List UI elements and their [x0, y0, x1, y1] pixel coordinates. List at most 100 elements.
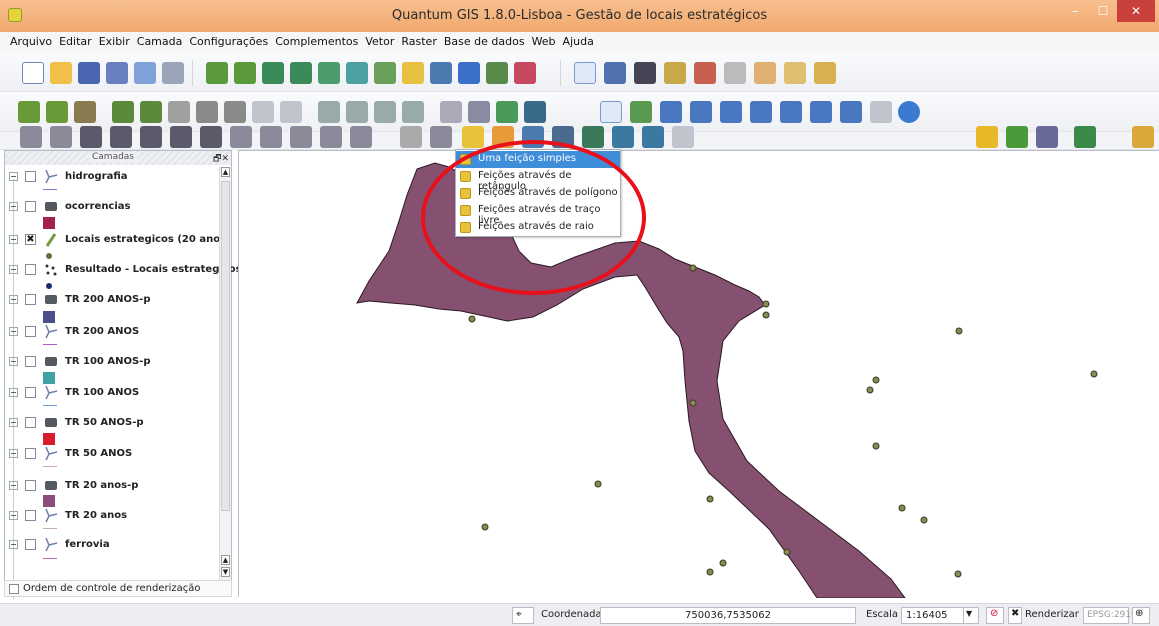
- layer-visibility-checkbox[interactable]: [25, 294, 36, 305]
- menu-web[interactable]: Web: [530, 32, 561, 52]
- scroll-up-arrow-icon[interactable]: ▲: [221, 555, 230, 565]
- layer-row[interactable]: − TR 20 anos: [9, 508, 215, 526]
- expand-icon[interactable]: −: [9, 327, 18, 336]
- add-postgis-icon[interactable]: [262, 62, 284, 84]
- save-edits-icon[interactable]: [604, 62, 626, 84]
- expand-icon[interactable]: −: [9, 481, 18, 490]
- crs-globe-icon[interactable]: ⊕: [1132, 607, 1150, 624]
- new-layer-icon[interactable]: [402, 62, 424, 84]
- new-bookmark-icon[interactable]: [612, 126, 634, 148]
- add-vector-icon[interactable]: [206, 62, 228, 84]
- zoom-selection-icon[interactable]: [780, 101, 802, 123]
- print-composer-icon[interactable]: [134, 62, 156, 84]
- layer-visibility-checkbox[interactable]: [25, 480, 36, 491]
- add-delimited-text-icon[interactable]: [458, 62, 480, 84]
- layer-visibility-checkbox[interactable]: [25, 326, 36, 337]
- add-wcs-icon[interactable]: [374, 62, 396, 84]
- menu-complementos[interactable]: Complementos: [273, 32, 363, 52]
- scroll-up-arrow-icon[interactable]: ▲: [221, 167, 230, 177]
- zoom-in-icon[interactable]: [660, 101, 682, 123]
- layer-row[interactable]: − ferrovia: [9, 537, 215, 555]
- node-tool-icon[interactable]: [694, 62, 716, 84]
- coordinate-field[interactable]: 750036,7535062: [600, 607, 856, 624]
- layer-tool-5-icon[interactable]: [224, 101, 246, 123]
- layer-tool-4-icon[interactable]: [196, 101, 218, 123]
- stop-render-icon[interactable]: ⊘: [986, 607, 1004, 624]
- expand-icon[interactable]: −: [9, 449, 18, 458]
- text-annotation-icon[interactable]: [672, 126, 694, 148]
- add-wfs-icon[interactable]: [430, 62, 452, 84]
- identify-icon[interactable]: [400, 126, 422, 148]
- layer-visibility-checkbox[interactable]: ✖: [25, 234, 36, 245]
- layer-row[interactable]: − TR 50 ANOS: [9, 446, 215, 464]
- zoom-out-icon[interactable]: [690, 101, 712, 123]
- menu-camada[interactable]: Camada: [135, 32, 188, 52]
- advanced-edit-2-icon[interactable]: [346, 101, 368, 123]
- delete-part-icon[interactable]: [200, 126, 222, 148]
- menu-exibir[interactable]: Exibir: [97, 32, 135, 52]
- label-tool-icon[interactable]: [440, 101, 462, 123]
- zoom-next-icon[interactable]: [840, 101, 862, 123]
- scroll-thumb[interactable]: [221, 181, 230, 511]
- add-spatialite-icon[interactable]: [290, 62, 312, 84]
- layer-visibility-checkbox[interactable]: [25, 417, 36, 428]
- cut-features-icon[interactable]: [754, 62, 776, 84]
- label-tool-4-icon[interactable]: [524, 101, 546, 123]
- layer-row[interactable]: − TR 20 anos-p: [9, 478, 215, 496]
- layer-visibility-checkbox[interactable]: [25, 510, 36, 521]
- scale-field[interactable]: 1:16405: [901, 607, 965, 624]
- expand-icon[interactable]: −: [9, 357, 18, 366]
- label-tool-2-icon[interactable]: [468, 101, 490, 123]
- zoom-actual-icon[interactable]: [870, 101, 892, 123]
- expand-icon[interactable]: −: [9, 172, 18, 181]
- layer-tool-3-icon[interactable]: [168, 101, 190, 123]
- advanced-edit-3-icon[interactable]: [374, 101, 396, 123]
- new-project-icon[interactable]: [22, 62, 44, 84]
- undo-icon[interactable]: [20, 126, 42, 148]
- toggle-editing-icon[interactable]: [574, 62, 596, 84]
- render-order-control[interactable]: Ordem de controle de renderização: [4, 580, 232, 597]
- render-order-checkbox[interactable]: [9, 584, 19, 594]
- offset-curve-icon[interactable]: [260, 126, 282, 148]
- layer-visibility-checkbox[interactable]: [25, 201, 36, 212]
- merge-features-icon[interactable]: [320, 126, 342, 148]
- menu-configuracoes[interactable]: Configurações: [187, 32, 273, 52]
- panel-float-close-buttons[interactable]: 🗗✕: [213, 151, 229, 167]
- zoom-last-icon[interactable]: [810, 101, 832, 123]
- expand-icon[interactable]: −: [9, 418, 18, 427]
- pan-to-selection-icon[interactable]: [630, 101, 652, 123]
- layer-row[interactable]: − TR 100 ANOS-p: [9, 354, 215, 372]
- layer-visibility-checkbox[interactable]: [25, 171, 36, 182]
- maximize-button[interactable]: ☐: [1089, 0, 1117, 22]
- add-mssql-icon[interactable]: [318, 62, 340, 84]
- digitize-icon[interactable]: [18, 101, 40, 123]
- save-project-icon[interactable]: [78, 62, 100, 84]
- delete-selected-icon[interactable]: [724, 62, 746, 84]
- print-icon[interactable]: [162, 62, 184, 84]
- add-ring-icon[interactable]: [110, 126, 132, 148]
- zoom-layer-icon[interactable]: [750, 101, 772, 123]
- paste-features-icon[interactable]: [814, 62, 836, 84]
- layer-row[interactable]: − TR 200 ANOS-p: [9, 292, 215, 310]
- close-button[interactable]: ✕: [1117, 0, 1155, 22]
- add-part-icon[interactable]: [140, 126, 162, 148]
- layer-row[interactable]: − Resultado - Locais estrategicos: [9, 262, 242, 280]
- layer-visibility-checkbox[interactable]: [25, 264, 36, 275]
- reshape-icon[interactable]: [230, 126, 252, 148]
- advanced-edit-4-icon[interactable]: [402, 101, 424, 123]
- plugin-5-icon[interactable]: [1132, 126, 1154, 148]
- save-as-icon[interactable]: [106, 62, 128, 84]
- layer-row[interactable]: − TR 100 ANOS: [9, 385, 215, 403]
- layer-row[interactable]: − TR 50 ANOS-p: [9, 415, 215, 433]
- layer-tool-6-icon[interactable]: [252, 101, 274, 123]
- menu-arquivo[interactable]: Arquivo: [8, 32, 57, 52]
- menu-raster[interactable]: Raster: [399, 32, 441, 52]
- expand-icon[interactable]: −: [9, 202, 18, 211]
- layer-row[interactable]: − ✖ Locais estrategicos (20 anos): [9, 232, 231, 250]
- advanced-edit-icon[interactable]: [318, 101, 340, 123]
- pan-icon[interactable]: [74, 101, 96, 123]
- digitize-2-icon[interactable]: [46, 101, 68, 123]
- plugin-2-icon[interactable]: [1006, 126, 1028, 148]
- copy-features-icon[interactable]: [784, 62, 806, 84]
- layer-visibility-checkbox[interactable]: [25, 448, 36, 459]
